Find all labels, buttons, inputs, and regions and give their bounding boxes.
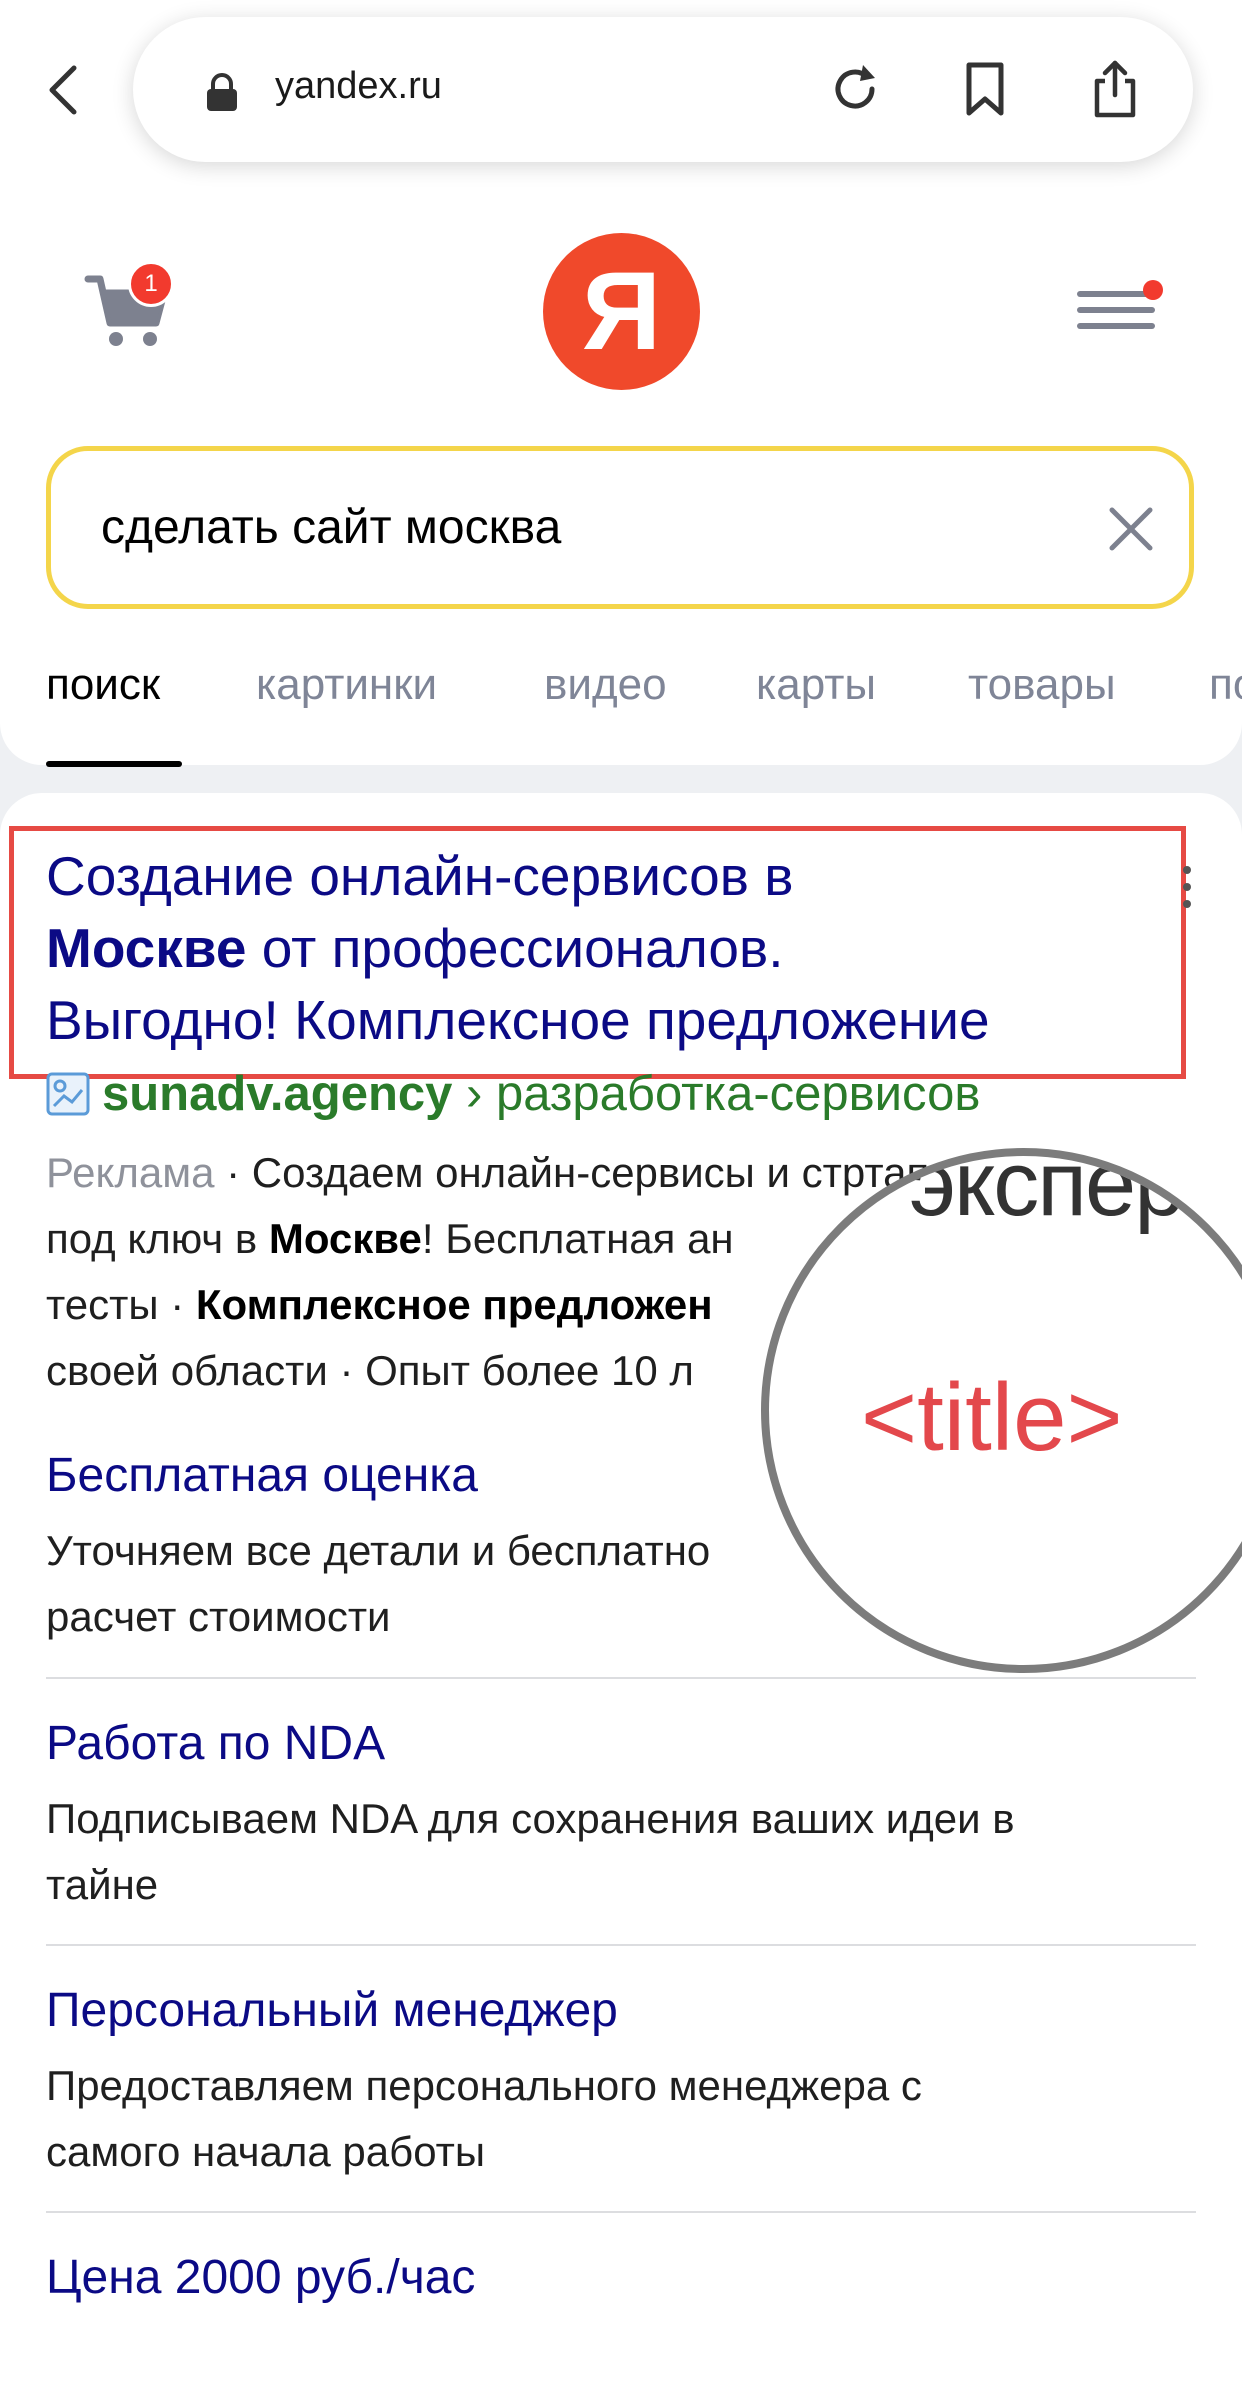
ad-site-row[interactable]: sunadv.agency › разработка-сервисов	[46, 1066, 980, 1122]
title-tag-label: <title>	[861, 1364, 1123, 1471]
divider	[46, 1944, 1196, 1946]
site-favicon-icon	[46, 1072, 90, 1116]
tab-products[interactable]: товары	[968, 660, 1116, 710]
magnified-word: эксперт	[909, 1148, 1223, 1235]
title-highlight-box	[9, 826, 1186, 1079]
sitelink-desc: Предоставляем персонального менеджера с …	[46, 2053, 1196, 2185]
ad-domain[interactable]: sunadv.agency	[102, 1067, 452, 1121]
url-text[interactable]: yandex.ru	[275, 65, 442, 108]
lock-icon	[207, 73, 237, 111]
divider	[46, 2211, 1196, 2213]
snippet-line2-bold: Москве	[268, 1215, 422, 1262]
sitelink-price[interactable]: Цена 2000 руб./час	[46, 2250, 475, 2305]
search-box[interactable]: сделать сайт москва	[46, 446, 1194, 609]
ad-breadcrumb[interactable]: › разработка-сервисов	[452, 1067, 980, 1121]
bookmark-icon[interactable]	[955, 59, 1015, 119]
yandex-logo[interactable]: Я	[543, 233, 700, 390]
tab-maps[interactable]: карты	[756, 660, 876, 710]
snippet-line2a: под ключ в	[46, 1215, 269, 1262]
notification-dot	[1143, 280, 1163, 300]
snippet-line3a: тесты ·	[46, 1281, 196, 1328]
sitelink-desc: Подписываем NDA для сохранения ваших иде…	[46, 1786, 1196, 1918]
tab-search[interactable]: поиск	[46, 660, 160, 710]
divider	[46, 1677, 1196, 1679]
more-options-icon[interactable]	[1178, 862, 1196, 912]
sitelink-desc-line1: Подписываем NDA для сохранения ваших иде…	[46, 1795, 1015, 1842]
tab-video[interactable]: видео	[544, 660, 667, 710]
sitelink-free-estimate[interactable]: Бесплатная оценка	[46, 1448, 478, 1503]
sitelink-desc-line2: самого начала работы	[46, 2128, 486, 2175]
snippet-line1: · Создаем онлайн-сервисы и ст	[214, 1149, 842, 1196]
search-tabs: поиск картинки видео карты товары по	[46, 660, 1242, 770]
ad-label: Реклама	[46, 1149, 215, 1196]
active-tab-indicator	[46, 761, 182, 767]
sitelink-desc-line1: Уточняем все детали и бесплатно	[46, 1527, 711, 1574]
sitelink-manager[interactable]: Персональный менеджер	[46, 1983, 618, 2038]
clear-icon[interactable]	[1096, 488, 1166, 568]
sitelink-desc-line1: Предоставляем персонального менеджера с	[46, 2062, 922, 2109]
search-input[interactable]: сделать сайт москва	[101, 451, 1001, 604]
cart-badge: 1	[128, 261, 174, 307]
address-bar[interactable]: yandex.ru	[133, 17, 1193, 162]
snippet-line2b: ! Бесплатная ан	[421, 1215, 734, 1262]
tab-images[interactable]: картинки	[256, 660, 437, 710]
tab-more[interactable]: по	[1209, 660, 1242, 710]
sitelink-desc-line2: тайне	[46, 1861, 159, 1908]
back-arrow-icon[interactable]	[40, 60, 88, 120]
sitelink-desc-line2: расчет стоимости	[46, 1593, 391, 1640]
reload-icon[interactable]	[825, 59, 885, 119]
browser-top-area: yandex.ru 1 Я сделать сайт москва поиск …	[0, 0, 1242, 767]
share-icon[interactable]	[1085, 59, 1145, 119]
snippet-line4: своей области · Опыт более 10 л	[46, 1347, 694, 1394]
snippet-line3-bold: Комплексное предложен	[195, 1281, 713, 1328]
sitelink-nda[interactable]: Работа по NDA	[46, 1716, 385, 1771]
